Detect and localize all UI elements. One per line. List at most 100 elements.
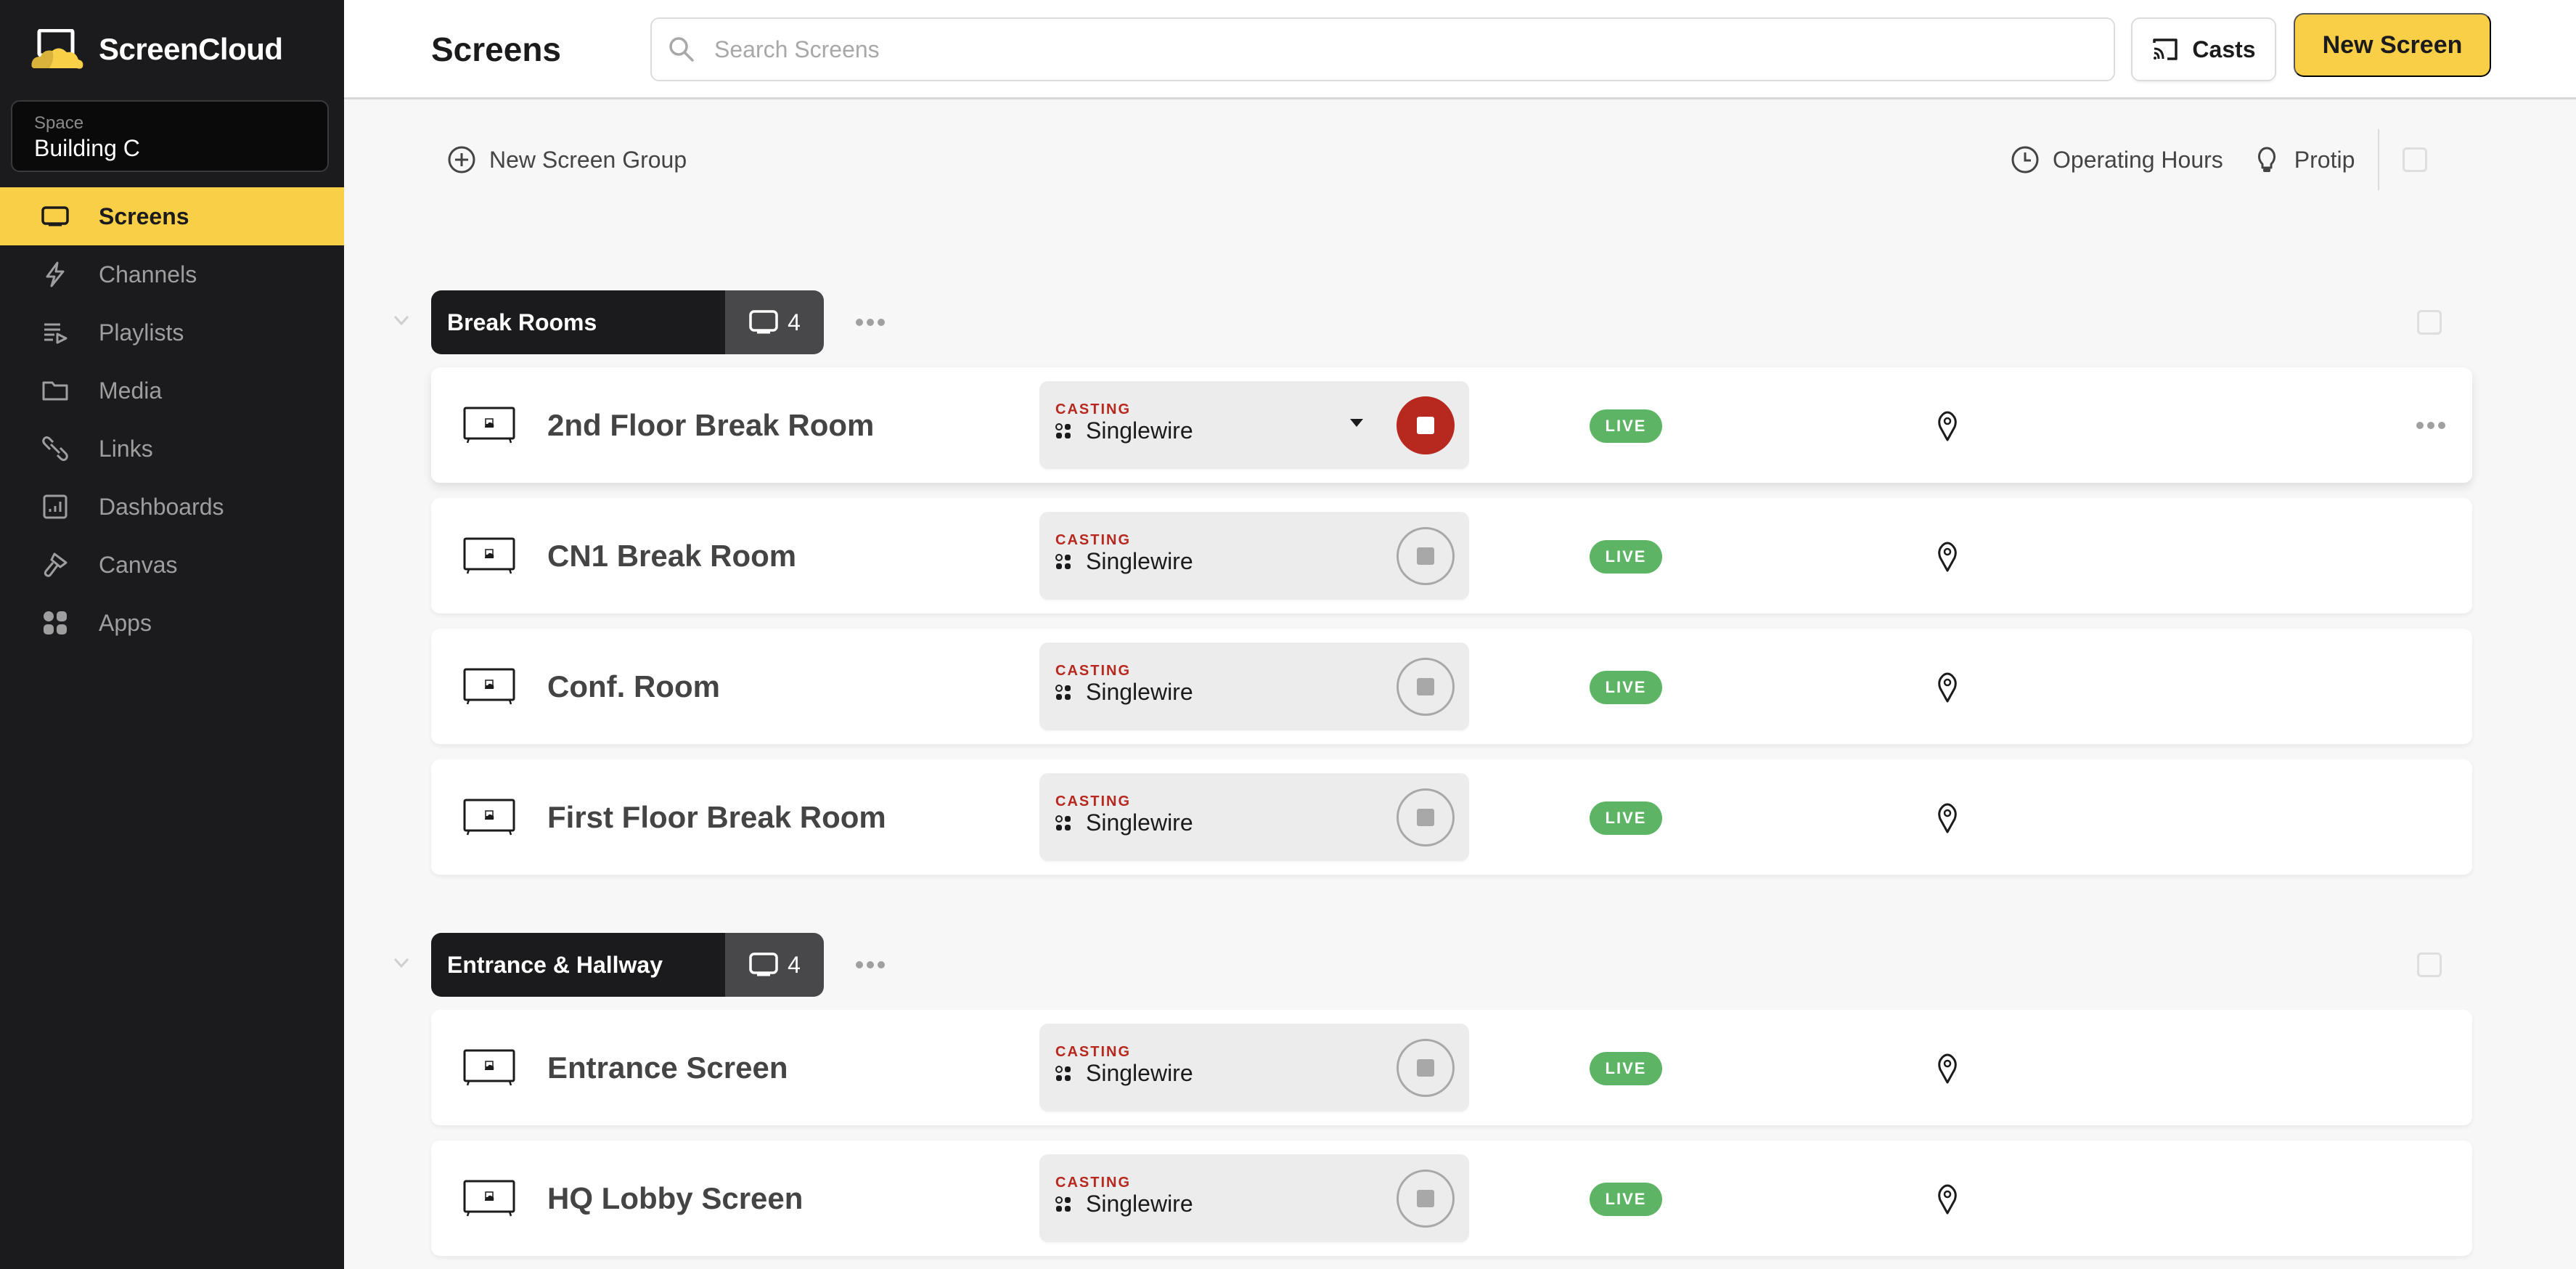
logo[interactable]: ScreenCloud [30,28,283,71]
sidebar-item-label: Canvas [99,551,178,578]
space-selector[interactable]: Space Building C [11,100,329,172]
stop-casting-button[interactable] [1397,1039,1455,1097]
stop-casting-button[interactable] [1397,527,1455,585]
screen-icon [749,310,778,334]
space-label: Space [34,113,84,133]
screen-name[interactable]: First Floor Break Room [547,797,886,838]
new-screen-button[interactable]: New Screen [2294,13,2491,77]
group-pill[interactable]: Break Rooms 4 [431,290,824,354]
screen-row[interactable]: CN1 Break Room CASTING Singlewire LIVE [431,498,2472,613]
more-dot [867,961,874,968]
stop-casting-button[interactable] [1397,396,1455,454]
casting-panel: CASTING Singlewire [1039,1154,1469,1242]
sidebar-item-channels[interactable]: Channels [0,245,344,303]
protip-button[interactable]: Protip [2252,145,2355,174]
operating-hours-button[interactable]: Operating Hours [2011,145,2223,174]
group-pill[interactable]: Entrance & Hallway 4 [431,933,824,997]
screen-row[interactable]: First Floor Break Room CASTING Singlewir… [431,759,2472,875]
screen-row[interactable]: Conf. Room CASTING Singlewire LIVE [431,629,2472,744]
sidebar-item-apps[interactable]: Apps [0,594,344,652]
clock-icon [2011,146,2039,174]
app-name: ScreenCloud [99,32,283,66]
tv-screen-icon [463,799,515,836]
search-input[interactable] [714,36,2021,63]
stop-casting-button[interactable] [1397,788,1455,846]
brush-icon [41,550,70,579]
screen-name[interactable]: HQ Lobby Screen [547,1178,803,1219]
sidebar-item-label: Screens [99,203,189,229]
chevron-down-icon[interactable] [391,952,412,974]
new-screen-group-label: New Screen Group [489,146,687,173]
cast-app: Singlewire [1055,1060,1193,1087]
stop-icon [1417,1190,1434,1207]
sidebar-item-screens[interactable]: Screens [0,187,344,245]
sidebar-item-label: Dashboards [99,493,224,520]
location-pin-icon[interactable] [1937,1053,1958,1084]
group-more-button[interactable] [856,961,886,968]
casting-panel: CASTING Singlewire [1039,512,1469,600]
stop-casting-button[interactable] [1397,658,1455,716]
sidebar-item-media[interactable]: Media [0,362,344,420]
location-pin-icon[interactable] [1937,1184,1958,1215]
sidebar-item-canvas[interactable]: Canvas [0,536,344,594]
link-icon [41,434,70,463]
location-pin-icon[interactable] [1937,411,1958,441]
sidebar-item-dashboards[interactable]: Dashboards [0,478,344,536]
casts-button[interactable]: Casts [2131,17,2276,81]
screen-name[interactable]: Entrance Screen [547,1048,788,1088]
group-checkbox[interactable] [2417,952,2442,977]
stop-icon [1417,417,1434,434]
sidebar-item-playlists[interactable]: Playlists [0,303,344,362]
search-box[interactable] [650,17,2115,81]
screen-icon [749,952,778,976]
cast-app: Singlewire [1055,679,1193,706]
sidebar-item-label: Channels [99,261,197,287]
screen-icon [41,202,70,231]
app-grid-icon [1055,553,1071,569]
app-grid-icon [1055,684,1071,700]
screen-name[interactable]: Conf. Room [547,666,720,707]
cast-app: Singlewire [1055,548,1193,575]
top-header: Screens Casts New Screen [344,0,2576,99]
operating-hours-label: Operating Hours [2053,146,2223,173]
stop-casting-button[interactable] [1397,1170,1455,1228]
chevron-down-icon[interactable] [391,309,412,331]
new-screen-group-button[interactable]: New Screen Group [447,142,687,177]
screen-name[interactable]: 2nd Floor Break Room [547,405,874,446]
status-badge: LIVE [1590,1183,1662,1216]
screen-row[interactable]: 2nd Floor Break Room CASTING Singlewire … [431,367,2472,483]
status-badge: LIVE [1590,409,1662,443]
cast-app: Singlewire [1055,417,1193,444]
cast-app-name: Singlewire [1086,1191,1193,1217]
sidebar-item-label: Apps [99,609,152,636]
location-pin-icon[interactable] [1937,672,1958,703]
more-dot [2427,422,2434,429]
casting-label: CASTING [1055,1175,1131,1191]
tv-screen-icon [463,1049,515,1086]
more-dot [867,319,874,326]
sidebar-item-links[interactable]: Links [0,420,344,478]
more-dot [878,319,885,326]
tv-screen-icon [463,668,515,705]
location-pin-icon[interactable] [1937,803,1958,833]
sidebar-item-label: Links [99,435,153,462]
more-dot [2438,422,2445,429]
location-pin-icon[interactable] [1937,542,1958,572]
caret-down-icon[interactable] [1350,419,1363,427]
select-all-checkbox[interactable] [2403,147,2428,172]
group-count-value: 4 [788,951,801,978]
group-checkbox[interactable] [2417,310,2442,335]
screen-name[interactable]: CN1 Break Room [547,536,796,576]
playlist-icon [41,318,70,347]
casts-label: Casts [2192,36,2256,62]
screen-row[interactable]: HQ Lobby Screen CASTING Singlewire LIVE [431,1141,2472,1256]
app-grid-icon [1055,815,1071,831]
folder-icon [41,376,70,405]
casting-panel: CASTING Singlewire [1039,381,1469,469]
cast-icon [2153,38,2178,60]
row-more-button[interactable] [2416,422,2445,429]
group-more-button[interactable] [856,319,886,326]
group-name: Break Rooms [431,290,725,354]
screen-row[interactable]: Entrance Screen CASTING Singlewire LIVE [431,1010,2472,1125]
sidebar-nav: Screens Channels Playlists Media Links D… [0,187,344,652]
